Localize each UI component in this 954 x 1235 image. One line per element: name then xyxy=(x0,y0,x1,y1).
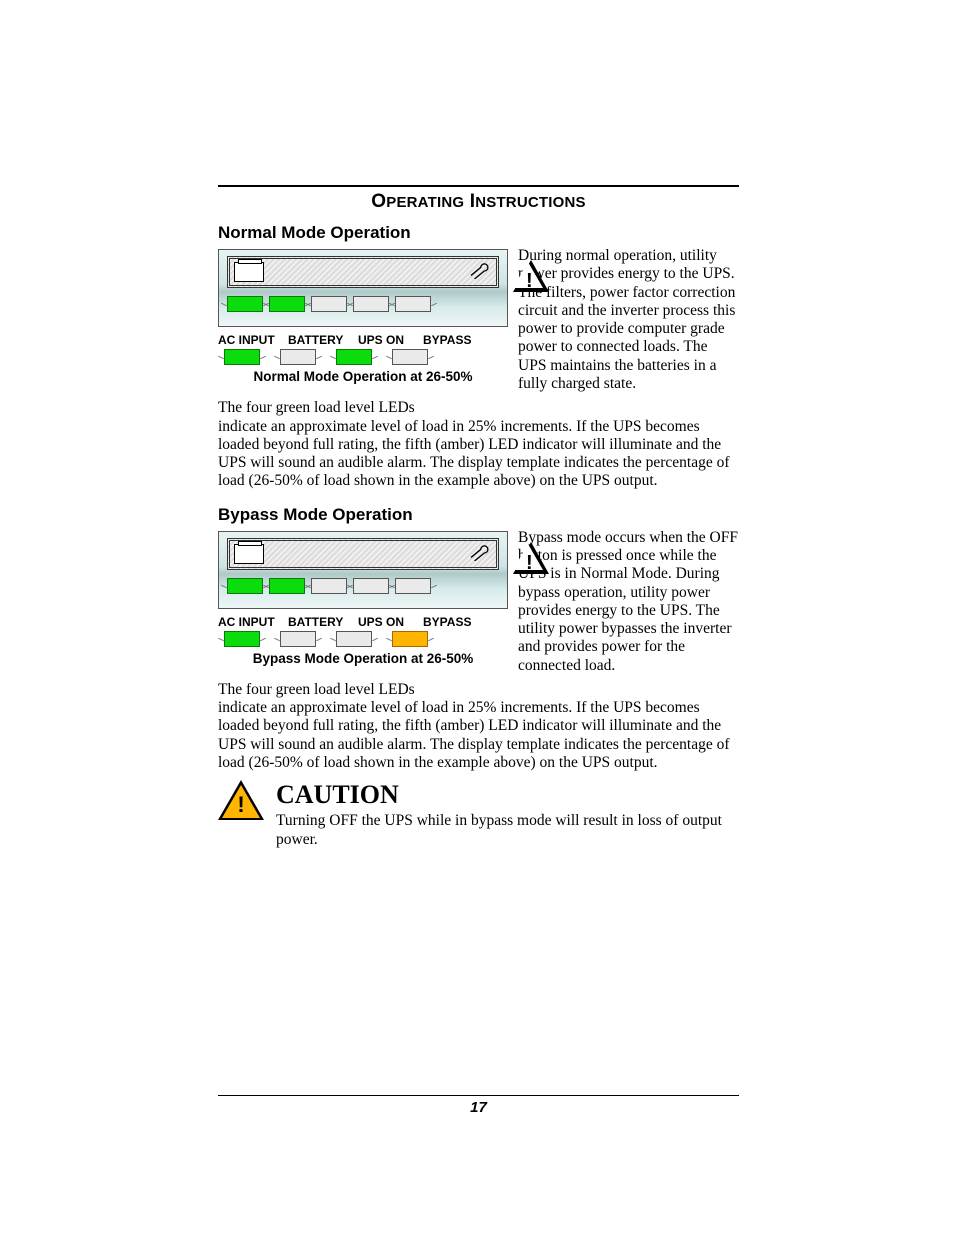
heading-normal: Normal Mode Operation xyxy=(218,223,739,243)
status-label: BATTERY xyxy=(288,615,358,629)
status-label: BYPASS xyxy=(423,615,483,629)
status-label: UPS ON xyxy=(358,333,423,347)
battery-icon xyxy=(234,262,264,282)
ups-core-icon xyxy=(227,538,499,570)
load-led xyxy=(227,296,263,312)
status-label: BATTERY xyxy=(288,333,358,347)
status-led xyxy=(224,349,260,365)
page-title-small1: PERATING xyxy=(386,194,464,211)
warning-icon: ! xyxy=(513,542,549,574)
normal-block: ! AC INPUT BATTERY xyxy=(218,247,739,418)
status-led-row xyxy=(218,349,508,365)
load-led-row-normal xyxy=(227,296,499,312)
caution-icon: ! xyxy=(218,780,264,820)
status-led xyxy=(336,349,372,365)
caution-text: Turning OFF the UPS while in bypass mode… xyxy=(276,812,739,849)
page: OPERATING INSTRUCTIONS Normal Mode Opera… xyxy=(0,0,954,1235)
footer-rule xyxy=(218,1095,739,1096)
status-led-row xyxy=(218,631,508,647)
ups-core-icon xyxy=(227,256,499,288)
wrench-icon xyxy=(468,545,490,561)
heading-bypass: Bypass Mode Operation xyxy=(218,505,739,525)
load-led xyxy=(227,578,263,594)
figure-bypass: ! AC INPUT BATTERY xyxy=(218,531,508,666)
status-led xyxy=(392,349,428,365)
page-title-cap1: O xyxy=(371,191,386,212)
page-title-small2: NSTRUCTIONS xyxy=(475,194,586,211)
load-led-row-bypass xyxy=(227,578,499,594)
load-led xyxy=(353,578,389,594)
top-rule xyxy=(218,185,739,187)
status-led xyxy=(392,631,428,647)
load-led xyxy=(395,296,431,312)
normal-leadin: The four green load level LEDs xyxy=(218,399,739,417)
status-led xyxy=(280,631,316,647)
bypass-leadin: The four green load level LEDs xyxy=(218,681,739,699)
caution-block: ! CAUTION Turning OFF the UPS while in b… xyxy=(218,780,739,849)
status-labels: AC INPUT BATTERY UPS ON BYPASS xyxy=(218,333,508,347)
load-led xyxy=(395,578,431,594)
bypass-block: ! AC INPUT BATTERY xyxy=(218,529,739,700)
wrench-icon xyxy=(468,263,490,279)
ups-panel-bypass: ! xyxy=(218,531,508,609)
load-led xyxy=(311,296,347,312)
figure-caption-normal: Normal Mode Operation at 26-50% xyxy=(218,369,508,384)
page-footer: 17 xyxy=(218,1095,739,1117)
load-led xyxy=(311,578,347,594)
load-led xyxy=(353,296,389,312)
caution-title: CAUTION xyxy=(276,780,739,810)
figure-caption-bypass: Bypass Mode Operation at 26-50% xyxy=(218,651,508,666)
battery-icon xyxy=(234,544,264,564)
warning-icon: ! xyxy=(513,260,549,292)
load-led xyxy=(269,578,305,594)
status-block-bypass: AC INPUT BATTERY UPS ON BYPASS Bypass Mo… xyxy=(218,615,508,666)
status-labels: AC INPUT BATTERY UPS ON BYPASS xyxy=(218,615,508,629)
caution-text-block: CAUTION Turning OFF the UPS while in byp… xyxy=(276,780,739,849)
status-label: BYPASS xyxy=(423,333,483,347)
status-label: UPS ON xyxy=(358,615,423,629)
status-label: AC INPUT xyxy=(218,333,288,347)
status-led xyxy=(224,631,260,647)
status-label: AC INPUT xyxy=(218,615,288,629)
status-led xyxy=(280,349,316,365)
status-led xyxy=(336,631,372,647)
normal-after-text: indicate an approximate level of load in… xyxy=(218,418,739,491)
load-led xyxy=(269,296,305,312)
ups-panel-normal: ! xyxy=(218,249,508,327)
bypass-after-text: indicate an approximate level of load in… xyxy=(218,699,739,772)
page-title: OPERATING INSTRUCTIONS xyxy=(218,191,739,213)
figure-normal: ! AC INPUT BATTERY xyxy=(218,249,508,384)
page-number: 17 xyxy=(470,1099,487,1116)
status-block-normal: AC INPUT BATTERY UPS ON BYPASS Normal Mo… xyxy=(218,333,508,384)
